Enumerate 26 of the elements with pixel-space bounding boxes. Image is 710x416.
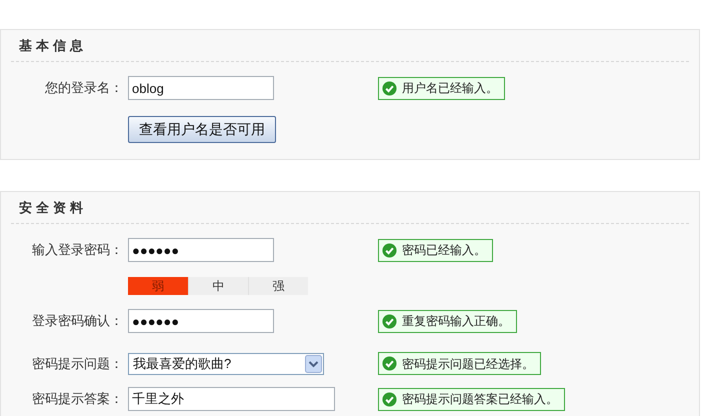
- success-message: 密码已经输入。: [378, 238, 493, 262]
- input-field[interactable]: ●●●●●●: [128, 309, 274, 333]
- field-label: 密码提示答案：: [31, 390, 123, 408]
- field-label: 您的登录名：: [44, 79, 123, 98]
- select-field[interactable]: 我最喜爱的歌曲?: [128, 352, 324, 374]
- field-label: 密码提示问题：: [31, 354, 123, 373]
- check-availability-button[interactable]: 查看用户名是否可用: [128, 116, 276, 143]
- strength-segment: 弱: [128, 277, 188, 295]
- field-label: 登录密码确认：: [31, 312, 123, 330]
- input-field[interactable]: 千里之外: [128, 387, 335, 411]
- section-title: 安全资料: [18, 198, 87, 216]
- field-label: 输入登录密码：: [31, 241, 123, 260]
- checkmark-icon: [382, 356, 397, 371]
- input-field[interactable]: ●●●●●●: [128, 238, 274, 262]
- checkmark-icon: [382, 80, 397, 96]
- success-message: 密码提示问题已经选择。: [378, 352, 541, 375]
- success-message: 密码提示问题答案已经输入。: [378, 388, 565, 410]
- strength-segment: 中: [188, 277, 248, 295]
- input-field[interactable]: oblog: [128, 76, 274, 100]
- checkmark-icon: [382, 242, 397, 258]
- success-message: 用户名已经输入。: [378, 76, 505, 100]
- checkmark-icon: [382, 392, 397, 406]
- success-message: 重复密码输入正确。: [378, 310, 517, 332]
- checkmark-icon: [382, 314, 397, 328]
- strength-segment: 强: [248, 277, 308, 295]
- section-title: 基本信息: [18, 36, 87, 54]
